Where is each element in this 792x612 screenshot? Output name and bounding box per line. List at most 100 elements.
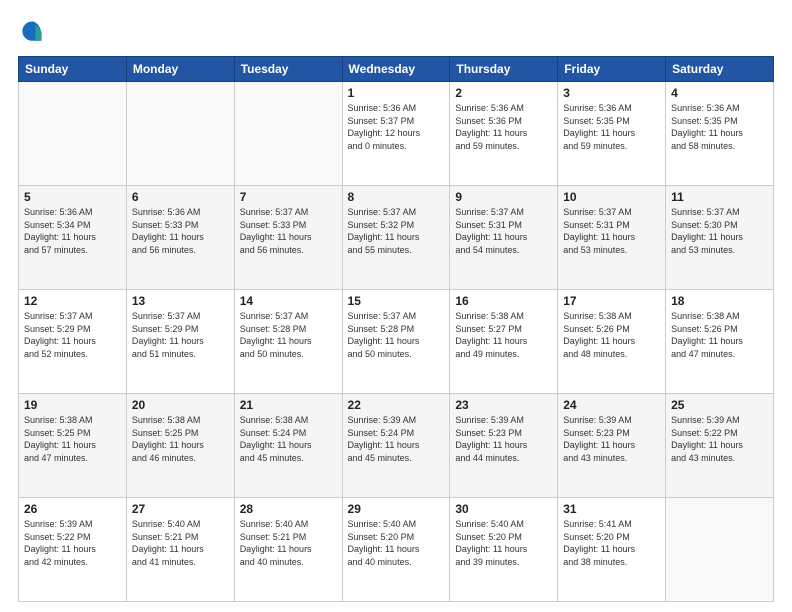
- day-number: 3: [563, 86, 660, 100]
- cell-text: Sunrise: 5:37 AM: [348, 310, 445, 323]
- cell-text: Sunrise: 5:37 AM: [24, 310, 121, 323]
- cell-text: Sunset: 5:35 PM: [563, 115, 660, 128]
- calendar-week-5: 26Sunrise: 5:39 AMSunset: 5:22 PMDayligh…: [19, 498, 774, 602]
- cell-text: Sunrise: 5:38 AM: [240, 414, 337, 427]
- calendar-cell: 14Sunrise: 5:37 AMSunset: 5:28 PMDayligh…: [234, 290, 342, 394]
- calendar-cell: 22 Sunrise: 5:39 AMSunset: 5:24 PMDayligh…: [342, 394, 450, 498]
- calendar-week-1: 1Sunrise: 5:36 AMSunset: 5:37 PMDaylight…: [19, 82, 774, 186]
- cell-text: and 41 minutes.: [132, 556, 229, 569]
- day-number: 31: [563, 502, 660, 516]
- cell-text: and 53 minutes.: [671, 244, 768, 257]
- cell-text: Sunset: 5:24 PM: [240, 427, 337, 440]
- calendar-cell: 27Sunrise: 5:40 AMSunset: 5:21 PMDayligh…: [126, 498, 234, 602]
- cell-text: and 55 minutes.: [348, 244, 445, 257]
- calendar-cell: 11Sunrise: 5:37 AMSunset: 5:30 PMDayligh…: [666, 186, 774, 290]
- cell-text: Daylight: 11 hours: [348, 439, 445, 452]
- day-number: 2: [455, 86, 552, 100]
- cell-text: Sunrise: 5:37 AM: [455, 206, 552, 219]
- day-number: 5: [24, 190, 121, 204]
- cell-text: Daylight: 11 hours: [240, 231, 337, 244]
- cell-text: and 40 minutes.: [348, 556, 445, 569]
- cell-text: Daylight: 11 hours: [24, 231, 121, 244]
- cell-text: Sunset: 5:34 PM: [24, 219, 121, 232]
- cell-text: Sunset: 5:29 PM: [132, 323, 229, 336]
- day-number: 12: [24, 294, 121, 308]
- cell-text: Daylight: 11 hours: [240, 439, 337, 452]
- calendar-cell: [666, 498, 774, 602]
- calendar-cell: [19, 82, 127, 186]
- weekday-header-friday: Friday: [558, 57, 666, 82]
- cell-text: Sunrise: 5:40 AM: [240, 518, 337, 531]
- day-number: 15: [348, 294, 445, 308]
- cell-text: Sunset: 5:36 PM: [455, 115, 552, 128]
- day-number: 4: [671, 86, 768, 100]
- cell-text: Sunset: 5:23 PM: [455, 427, 552, 440]
- cell-text: Daylight: 11 hours: [455, 543, 552, 556]
- calendar-cell: 26Sunrise: 5:39 AMSunset: 5:22 PMDayligh…: [19, 498, 127, 602]
- calendar-cell: 10Sunrise: 5:37 AMSunset: 5:31 PMDayligh…: [558, 186, 666, 290]
- day-number: 24: [563, 398, 660, 412]
- calendar-cell: 20Sunrise: 5:38 AMSunset: 5:25 PMDayligh…: [126, 394, 234, 498]
- logo-icon: [18, 18, 46, 46]
- day-number: 28: [240, 502, 337, 516]
- cell-text: Sunrise: 5:38 AM: [671, 310, 768, 323]
- calendar-cell: 24Sunrise: 5:39 AMSunset: 5:23 PMDayligh…: [558, 394, 666, 498]
- calendar-cell: 16 Sunrise: 5:38 AMSunset: 5:27 PMDayligh…: [450, 290, 558, 394]
- cell-text: Daylight: 11 hours: [563, 335, 660, 348]
- cell-text: Sunrise: 5:39 AM: [348, 414, 445, 427]
- cell-text: Sunset: 5:35 PM: [671, 115, 768, 128]
- cell-text: Daylight: 11 hours: [671, 127, 768, 140]
- cell-text: Sunset: 5:21 PM: [240, 531, 337, 544]
- cell-text: Daylight: 11 hours: [455, 335, 552, 348]
- cell-text: Sunrise: 5:38 AM: [455, 310, 552, 323]
- day-number: 18: [671, 294, 768, 308]
- cell-text: Sunset: 5:27 PM: [455, 323, 552, 336]
- cell-text: and 47 minutes.: [671, 348, 768, 361]
- calendar-week-3: 12 Sunrise: 5:37 AM Sunset: 5:29 PM Dayligh…: [19, 290, 774, 394]
- cell-text: Sunrise: 5:39 AM: [24, 518, 121, 531]
- weekday-header-row: SundayMondayTuesdayWednesdayThursdayFrid…: [19, 57, 774, 82]
- cell-text: and 38 minutes.: [563, 556, 660, 569]
- cell-text: Daylight: 11 hours: [455, 439, 552, 452]
- calendar-cell: 12Sunrise: 5:37 AMSunset: 5:29 PMDayligh…: [19, 290, 127, 394]
- cell-text: Daylight: 11 hours: [671, 439, 768, 452]
- cell-text: Daylight: 11 hours: [455, 127, 552, 140]
- cell-text: Daylight: 11 hours: [671, 231, 768, 244]
- weekday-header-saturday: Saturday: [666, 57, 774, 82]
- day-number: 26: [24, 502, 121, 516]
- day-number: 16: [455, 294, 552, 308]
- day-number: 11: [671, 190, 768, 204]
- calendar-cell: 30Sunrise: 5:40 AMSunset: 5:20 PMDayligh…: [450, 498, 558, 602]
- cell-text: Sunset: 5:21 PM: [132, 531, 229, 544]
- cell-text: Sunset: 5:24 PM: [348, 427, 445, 440]
- calendar: SundayMondayTuesdayWednesdayThursdayFrid…: [18, 56, 774, 602]
- day-number: 27: [132, 502, 229, 516]
- cell-text: Daylight: 11 hours: [348, 543, 445, 556]
- cell-text: and 0 minutes.: [348, 140, 445, 153]
- cell-text: Sunrise: 5:41 AM: [563, 518, 660, 531]
- cell-text: and 57 minutes.: [24, 244, 121, 257]
- cell-text: and 43 minutes.: [563, 452, 660, 465]
- calendar-body: 1Sunrise: 5:36 AMSunset: 5:37 PMDaylight…: [19, 82, 774, 602]
- day-number: 23: [455, 398, 552, 412]
- cell-text: Sunrise: 5:36 AM: [455, 102, 552, 115]
- cell-text: Sunrise: 5:38 AM: [563, 310, 660, 323]
- day-number: 14: [240, 294, 337, 308]
- cell-text: Sunset: 5:28 PM: [240, 323, 337, 336]
- cell-text: and 49 minutes.: [455, 348, 552, 361]
- cell-text: Sunrise: 5:39 AM: [455, 414, 552, 427]
- calendar-cell: 25Sunrise: 5:39 AMSunset: 5:22 PMDayligh…: [666, 394, 774, 498]
- calendar-cell: 17Sunrise: 5:38 AMSunset: 5:26 PMDayligh…: [558, 290, 666, 394]
- calendar-cell: 23 Sunrise: 5:39 AMSunset: 5:23 PMDayligh…: [450, 394, 558, 498]
- calendar-header: SundayMondayTuesdayWednesdayThursdayFrid…: [19, 57, 774, 82]
- cell-text: and 53 minutes.: [563, 244, 660, 257]
- day-number: 29: [348, 502, 445, 516]
- calendar-cell: 28Sunrise: 5:40 AMSunset: 5:21 PMDayligh…: [234, 498, 342, 602]
- cell-text: Sunset: 5:31 PM: [563, 219, 660, 232]
- cell-text: Daylight: 11 hours: [671, 335, 768, 348]
- cell-text: Daylight: 11 hours: [132, 439, 229, 452]
- weekday-header-wednesday: Wednesday: [342, 57, 450, 82]
- calendar-cell: 6Sunrise: 5:36 AMSunset: 5:33 PMDaylight…: [126, 186, 234, 290]
- calendar-cell: [234, 82, 342, 186]
- day-number: 22: [348, 398, 445, 412]
